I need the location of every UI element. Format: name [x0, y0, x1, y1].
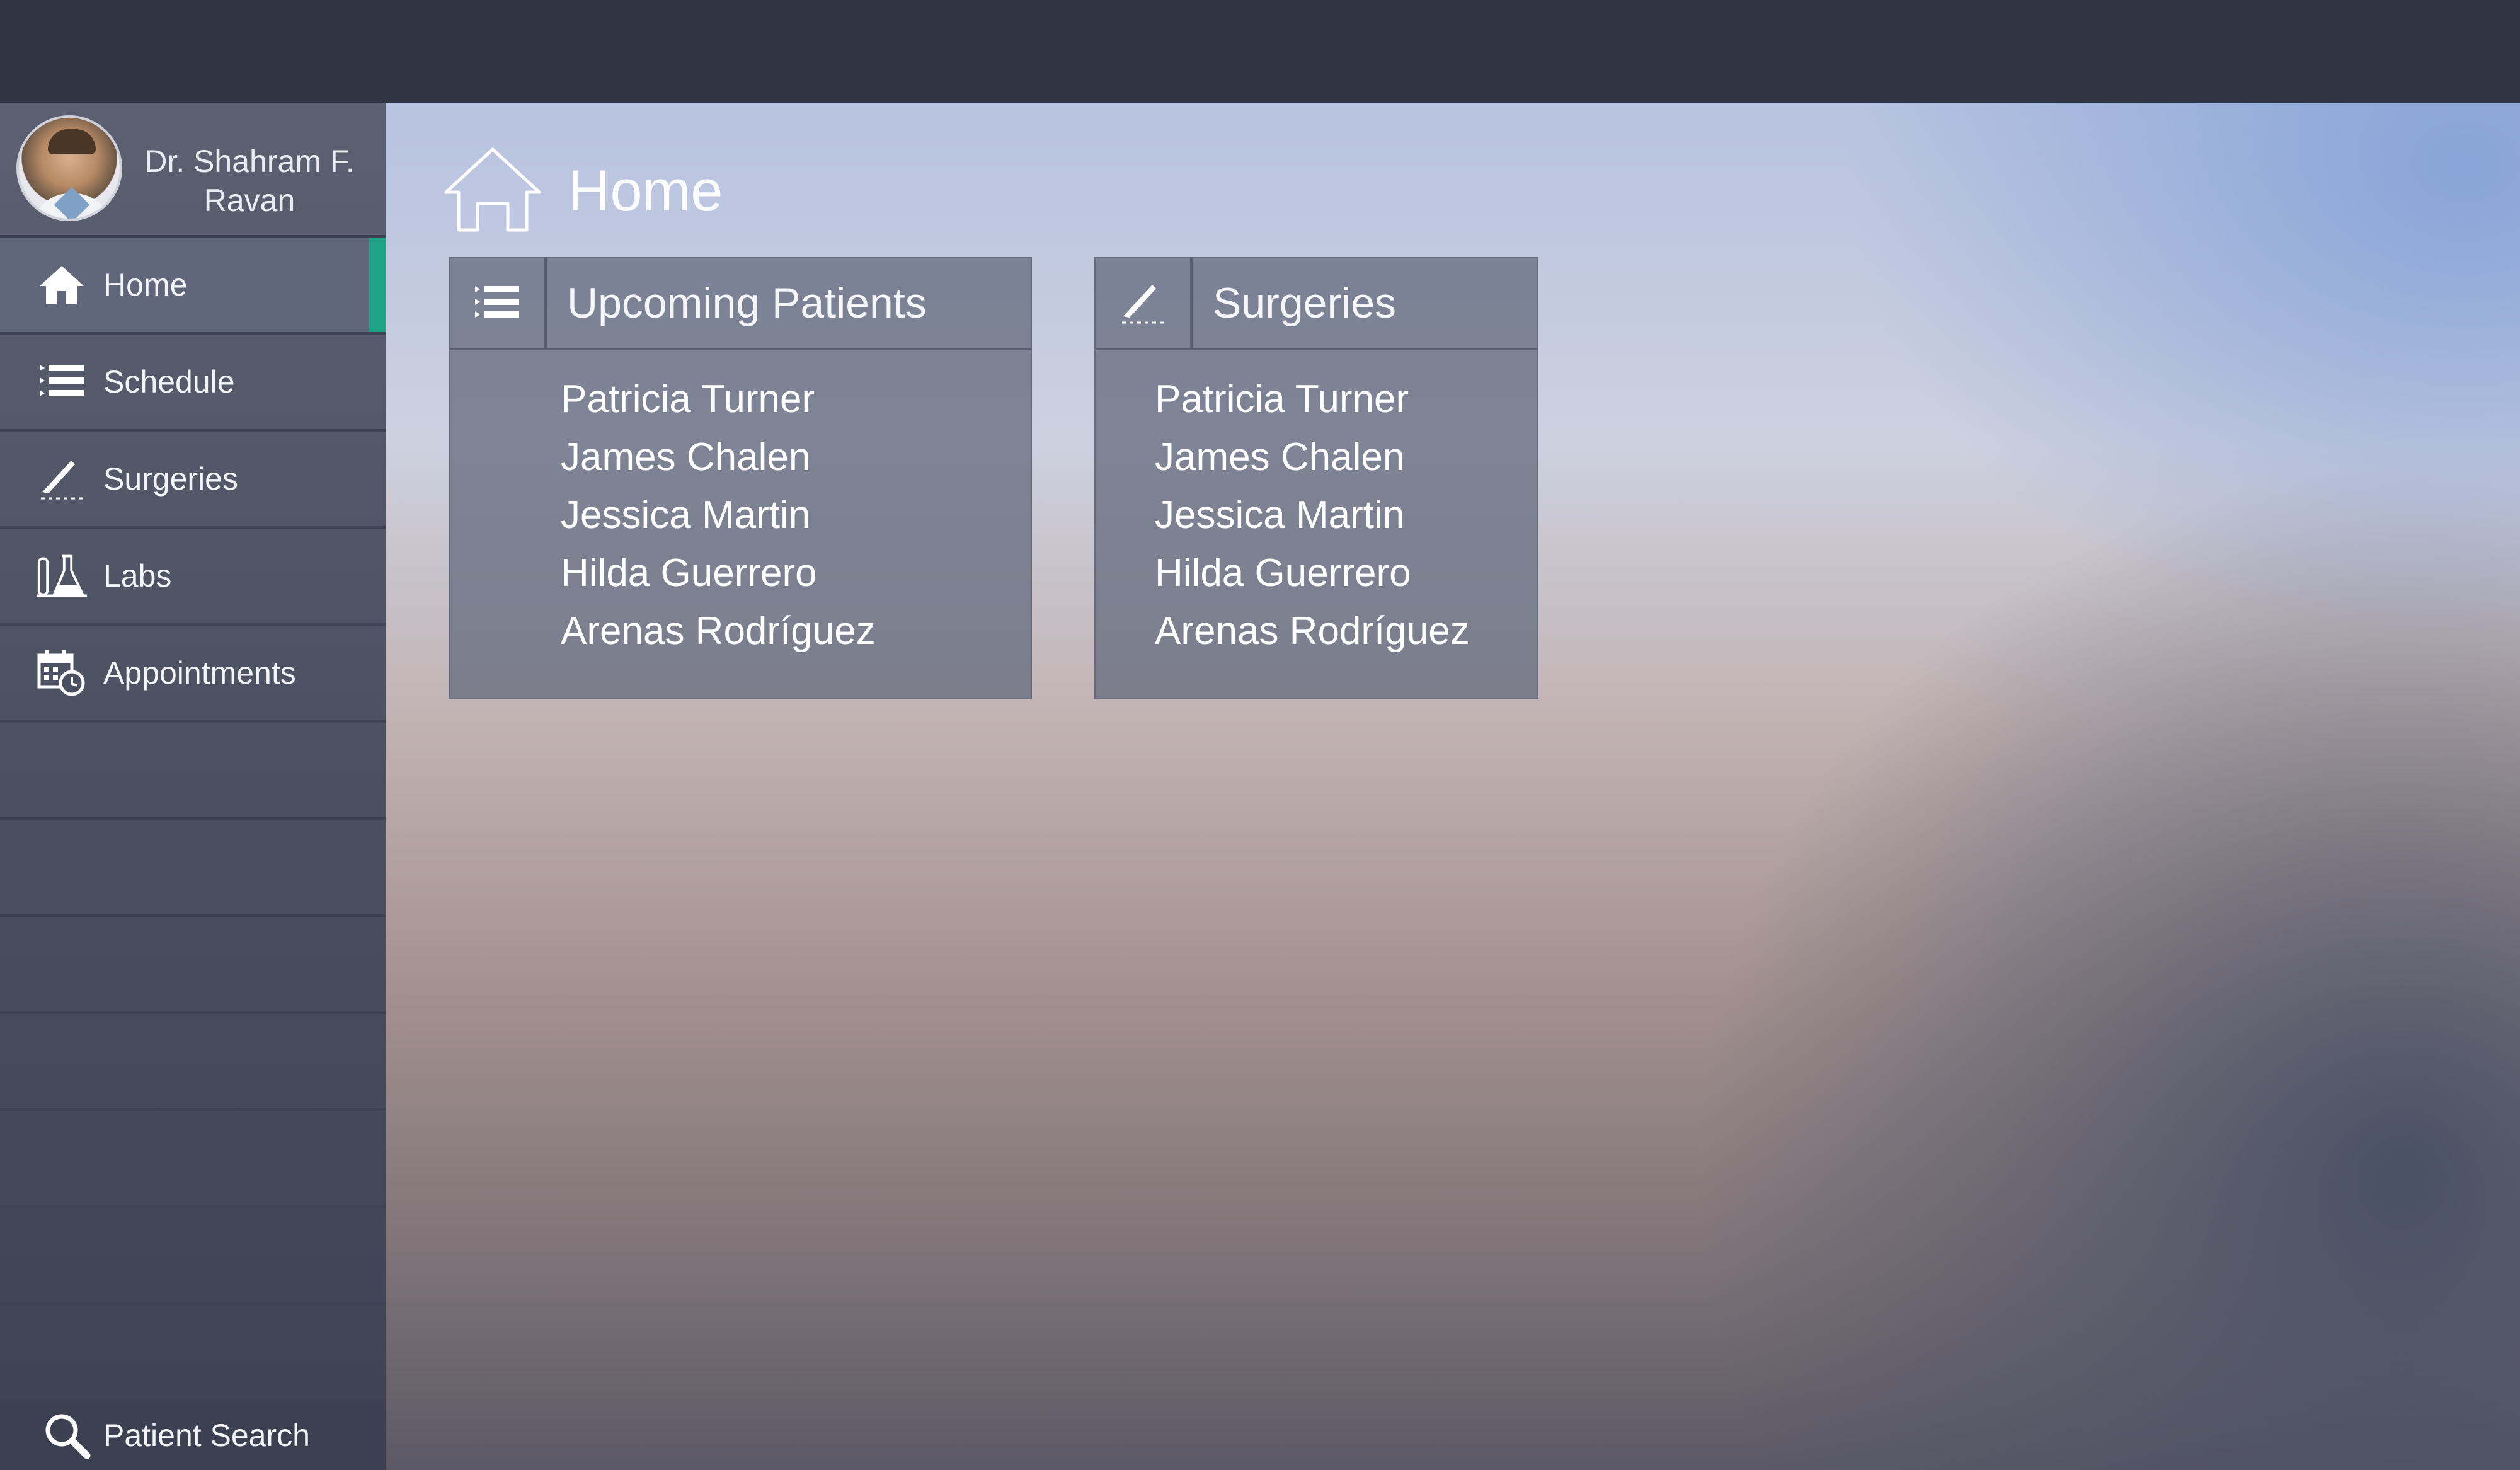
- sidebar-item-surgeries[interactable]: Surgeries: [0, 432, 386, 529]
- top-bar: [0, 0, 2520, 103]
- patient-link[interactable]: Arenas Rodríguez: [561, 602, 876, 660]
- sidebar-empty-row: [0, 917, 386, 1014]
- sidebar-empty-row: [0, 820, 386, 917]
- sidebar-item-label: Home: [103, 267, 188, 302]
- scalpel-icon: [37, 454, 87, 504]
- upcoming-patients-card: Upcoming Patients Patricia Turner James …: [449, 257, 1032, 699]
- home-icon: [37, 260, 87, 310]
- patient-link[interactable]: Jessica Martin: [1155, 486, 1470, 544]
- sidebar-empty-row: [0, 1305, 386, 1402]
- sidebar-empty-row: [0, 1014, 386, 1111]
- page-title: Home: [568, 159, 723, 223]
- patient-link[interactable]: James Chalen: [561, 428, 876, 486]
- patient-link[interactable]: James Chalen: [1155, 428, 1470, 486]
- patient-link[interactable]: Patricia Turner: [1155, 370, 1470, 428]
- sidebar: Dr. Shahram F. Ravan Home Schedule Surge…: [0, 103, 386, 1470]
- patient-link[interactable]: Arenas Rodríguez: [1155, 602, 1470, 660]
- doctor-name: Dr. Shahram F. Ravan: [144, 144, 355, 218]
- sidebar-item-labs[interactable]: Labs: [0, 529, 386, 626]
- sidebar-item-appointments[interactable]: Appointments: [0, 626, 386, 723]
- patient-list: Patricia Turner James Chalen Jessica Mar…: [1155, 370, 1470, 660]
- sidebar-item-home[interactable]: Home: [0, 238, 386, 335]
- scalpel-icon: [1096, 258, 1193, 348]
- main-content: Home Upcoming Patients Patricia Turner J…: [386, 103, 2520, 1470]
- card-title: Surgeries: [1213, 279, 1397, 327]
- card-header: Surgeries: [1096, 258, 1537, 350]
- home-outline-icon: [442, 146, 543, 237]
- card-header: Upcoming Patients: [450, 258, 1031, 350]
- sidebar-item-schedule[interactable]: Schedule: [0, 335, 386, 432]
- patient-list: Patricia Turner James Chalen Jessica Mar…: [561, 370, 876, 660]
- patient-search-button[interactable]: Patient Search: [0, 1401, 386, 1470]
- doctor-avatar[interactable]: [16, 115, 122, 221]
- patient-search-label: Patient Search: [103, 1418, 310, 1453]
- sidebar-item-label: Surgeries: [103, 461, 238, 497]
- card-title: Upcoming Patients: [567, 279, 927, 327]
- page-header: [442, 141, 543, 241]
- sidebar-item-label: Appointments: [103, 655, 296, 691]
- sidebar-item-label: Labs: [103, 558, 172, 594]
- search-icon: [42, 1410, 92, 1461]
- list-icon: [37, 357, 87, 407]
- flask-icon: [37, 551, 87, 601]
- sidebar-empty-row: [0, 1208, 386, 1305]
- patient-link[interactable]: Jessica Martin: [561, 486, 876, 544]
- sidebar-empty-row: [0, 723, 386, 820]
- patient-link[interactable]: Patricia Turner: [561, 370, 876, 428]
- sidebar-item-label: Schedule: [103, 364, 235, 399]
- profile-header[interactable]: Dr. Shahram F. Ravan: [0, 103, 386, 238]
- patient-link[interactable]: Hilda Guerrero: [561, 544, 876, 602]
- surgeries-card: Surgeries Patricia Turner James Chalen J…: [1094, 257, 1538, 699]
- patient-link[interactable]: Hilda Guerrero: [1155, 544, 1470, 602]
- list-icon: [450, 258, 547, 348]
- calendar-icon: [37, 648, 87, 698]
- sidebar-empty-row: [0, 1111, 386, 1208]
